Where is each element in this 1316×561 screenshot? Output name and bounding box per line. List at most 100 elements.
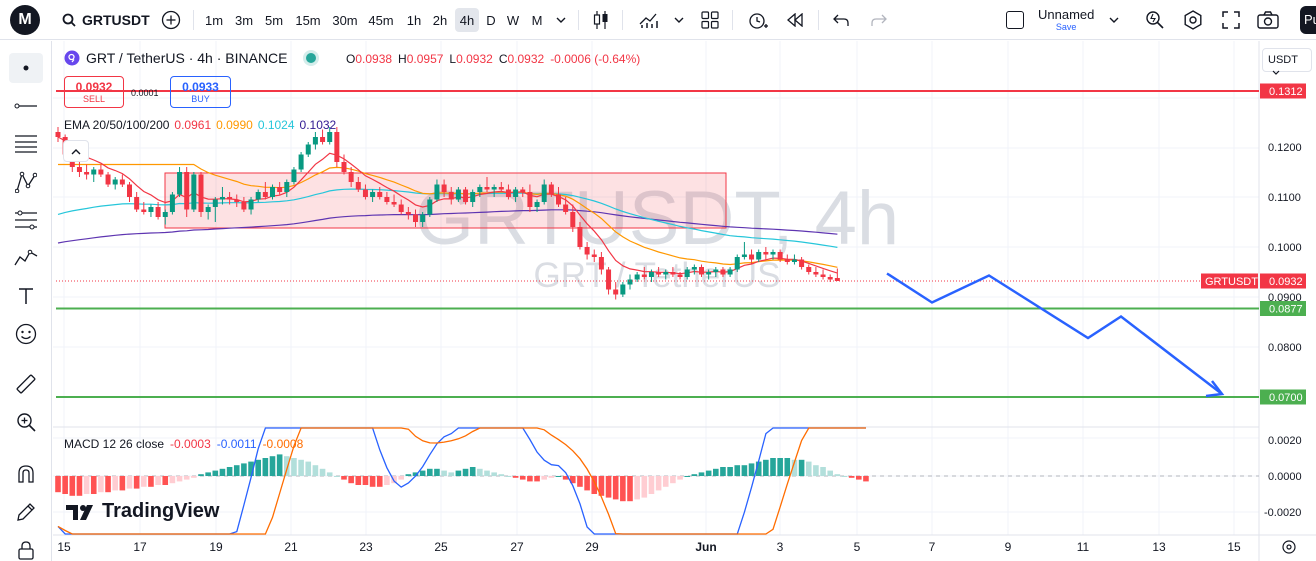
spread-value: 0.0001	[131, 88, 159, 98]
macd-hist-bar	[605, 476, 612, 498]
macd-hist-bar	[398, 476, 404, 480]
macd-hist-bar	[376, 476, 383, 487]
sell-button[interactable]: 0.0932 SELL	[64, 76, 124, 108]
currency-selector[interactable]: USDT	[1262, 48, 1312, 75]
macd-hist-bar	[384, 476, 390, 485]
macd-hist-bar	[55, 476, 61, 493]
macd-hist-bar	[83, 476, 90, 494]
tradingview-logo[interactable]: TradingView	[66, 500, 219, 523]
macd-hist-bar	[512, 476, 519, 478]
macd-hist-bar	[348, 476, 354, 484]
macd-hist-bar	[491, 472, 497, 476]
candle-body	[491, 187, 497, 190]
candle-body	[548, 184, 554, 195]
macd-hist-bar	[119, 476, 126, 491]
candle-body	[184, 172, 190, 210]
macd-hist-bar	[334, 476, 340, 477]
candle-body	[570, 212, 576, 227]
time-axis-label: 5	[854, 540, 861, 554]
macd-hist-bar	[527, 476, 533, 482]
macd-hist-bar	[798, 459, 805, 476]
current-price-label: 0.0932	[1269, 276, 1303, 288]
candle-body	[284, 182, 290, 192]
ema50-value: 0.0990	[216, 118, 253, 132]
macd-hist-bar	[477, 468, 483, 476]
support-2-price-label: 0.0700	[1269, 392, 1303, 404]
macd-hist-bar	[90, 476, 97, 494]
candle-body	[770, 252, 776, 255]
macd-hist-bar	[434, 468, 440, 476]
candle-body	[98, 169, 104, 175]
time-axis-label: 19	[209, 540, 223, 554]
change-value: -0.0006 (-0.64%)	[550, 52, 641, 66]
macd-value: -0.0011	[216, 437, 257, 451]
price-tick-label: 0.0800	[1268, 342, 1302, 354]
time-axis-settings-button[interactable]	[1282, 540, 1296, 554]
candle-body	[241, 202, 247, 210]
ohlc-values: O0.0938 H0.0957 L0.0932 C0.0932 -0.0006 …	[346, 52, 640, 66]
macd-hist-bar	[848, 476, 855, 478]
macd-hist-bar	[641, 476, 648, 498]
candle-body	[91, 169, 97, 175]
macd-hist-bar	[698, 472, 705, 476]
macd-hist-bar	[662, 476, 669, 487]
macd-legend[interactable]: MACD 12 26 close -0.0003 -0.0011 -0.0008	[64, 437, 303, 451]
candle-body	[677, 274, 683, 277]
buy-button[interactable]: 0.0933 BUY	[170, 76, 231, 108]
macd-hist-bar	[441, 470, 447, 476]
candle-body	[477, 187, 483, 192]
candle-body	[155, 207, 161, 217]
candle-body	[198, 174, 204, 212]
macd-hist-bar	[584, 476, 590, 491]
macd-hist-bar	[298, 459, 304, 476]
high-value: 0.0957	[406, 52, 444, 66]
candle-body	[355, 182, 361, 190]
price-scale[interactable]: 0.12000.11000.10000.09000.0800	[1268, 142, 1302, 354]
candle-body	[320, 137, 326, 142]
macd-hist-bar	[405, 474, 412, 476]
candle-body	[756, 252, 762, 260]
candle-body	[806, 267, 812, 272]
collapse-legend-button[interactable]	[63, 140, 89, 162]
macd-hist-bar	[369, 476, 376, 487]
candle-body	[663, 272, 669, 275]
close-value: 0.0932	[507, 52, 545, 66]
candle-body	[148, 207, 154, 212]
time-axis-label: 9	[1005, 540, 1012, 554]
macd-label: MACD 12 26 close	[64, 437, 165, 451]
time-axis-label: 11	[1077, 540, 1090, 554]
candle-body	[134, 197, 140, 210]
candle-body	[563, 204, 569, 212]
ema-legend[interactable]: EMA 20/50/100/200 0.0961 0.0990 0.1024 0…	[64, 118, 336, 132]
macd-hist-bar	[319, 468, 326, 476]
gear-icon	[1282, 540, 1296, 554]
candle-body	[441, 184, 447, 192]
candle-body	[105, 174, 111, 185]
open-label: O	[346, 52, 356, 66]
symbol-legend[interactable]: GRT / TetherUS · 4h · BINANCE	[64, 50, 316, 66]
macd-scale-label: -0.0020	[1264, 507, 1301, 519]
macd-hist-bar	[612, 476, 619, 500]
macd-hist-bar	[362, 476, 369, 485]
macd-hist-bar	[427, 468, 433, 476]
macd-hist-bar	[419, 470, 426, 476]
candle-body	[420, 214, 426, 222]
macd-hist-bar	[183, 476, 190, 480]
macd-hist-bar	[126, 476, 133, 489]
macd-hist-bar	[255, 459, 261, 476]
macd-hist-bar	[705, 470, 712, 476]
macd-hist-bar	[727, 467, 733, 476]
macd-hist-bar	[827, 470, 833, 476]
candle-body	[434, 184, 440, 200]
time-axis-label: 7	[929, 540, 936, 554]
candle-body	[227, 197, 233, 200]
grt-coin-icon	[64, 50, 80, 66]
time-axis[interactable]: 15 17 19 21 23 25 27 29 Jun 3 5 7 9 11 13 15	[57, 540, 1241, 554]
candle-body	[541, 184, 547, 202]
candle-body	[377, 192, 383, 197]
candle-body	[641, 274, 647, 277]
projection-path[interactable]	[886, 272, 1223, 395]
macd-hist-bar	[226, 467, 233, 476]
macd-hist-bar	[713, 468, 719, 476]
candle-body	[520, 189, 526, 192]
